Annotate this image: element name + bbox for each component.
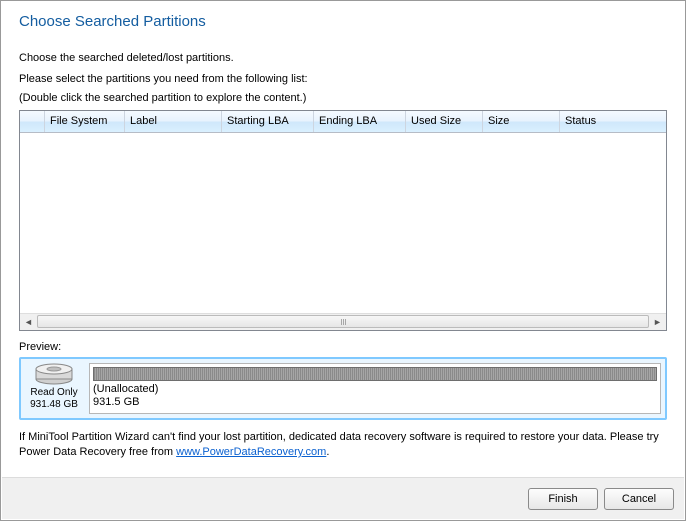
recovery-tip: If MiniTool Partition Wizard can't find … [19, 430, 667, 460]
column-file-system[interactable]: File System [45, 111, 125, 132]
disk-info: Read Only 931.48 GB [25, 363, 83, 415]
power-data-recovery-link[interactable]: www.PowerDataRecovery.com [176, 446, 326, 458]
preview-label: Preview: [19, 341, 667, 353]
scroll-thumb[interactable] [37, 315, 649, 328]
partition-block[interactable]: (Unallocated) 931.5 GB [89, 363, 661, 415]
subtitle: Choose the searched deleted/lost partiti… [19, 52, 667, 64]
column-used-size[interactable]: Used Size [406, 111, 483, 132]
page-title: Choose Searched Partitions [19, 13, 667, 30]
scroll-right-button[interactable]: ► [649, 314, 666, 329]
footer: Finish Cancel [2, 478, 684, 519]
disk-mode: Read Only [25, 387, 83, 400]
horizontal-scrollbar[interactable]: ◄ ► [20, 313, 666, 330]
disk-size: 931.48 GB [25, 399, 83, 412]
partition-bar [93, 367, 657, 381]
column-ending-lba[interactable]: Ending LBA [314, 111, 406, 132]
disk-icon [34, 363, 74, 385]
partition-size: 931.5 GB [93, 396, 657, 410]
tip-text-after: . [326, 446, 329, 458]
tip-text-before: If MiniTool Partition Wizard can't find … [19, 431, 659, 458]
column-size[interactable]: Size [483, 111, 560, 132]
finish-button[interactable]: Finish [528, 488, 598, 510]
instruction-line-2: (Double click the searched partition to … [19, 91, 667, 106]
table-body-empty[interactable] [20, 133, 666, 313]
column-status[interactable]: Status [560, 111, 666, 132]
partitions-table: File System Label Starting LBA Ending LB… [19, 110, 667, 331]
instruction-line-1: Please select the partitions you need fr… [19, 72, 667, 87]
partition-name: (Unallocated) [93, 383, 657, 397]
scroll-track[interactable] [37, 314, 649, 329]
column-starting-lba[interactable]: Starting LBA [222, 111, 314, 132]
preview-panel[interactable]: Read Only 931.48 GB (Unallocated) 931.5 … [19, 357, 667, 421]
column-label[interactable]: Label [125, 111, 222, 132]
column-checkbox[interactable] [20, 111, 45, 132]
table-header-row: File System Label Starting LBA Ending LB… [20, 111, 666, 133]
cancel-button[interactable]: Cancel [604, 488, 674, 510]
scroll-left-button[interactable]: ◄ [20, 314, 37, 329]
